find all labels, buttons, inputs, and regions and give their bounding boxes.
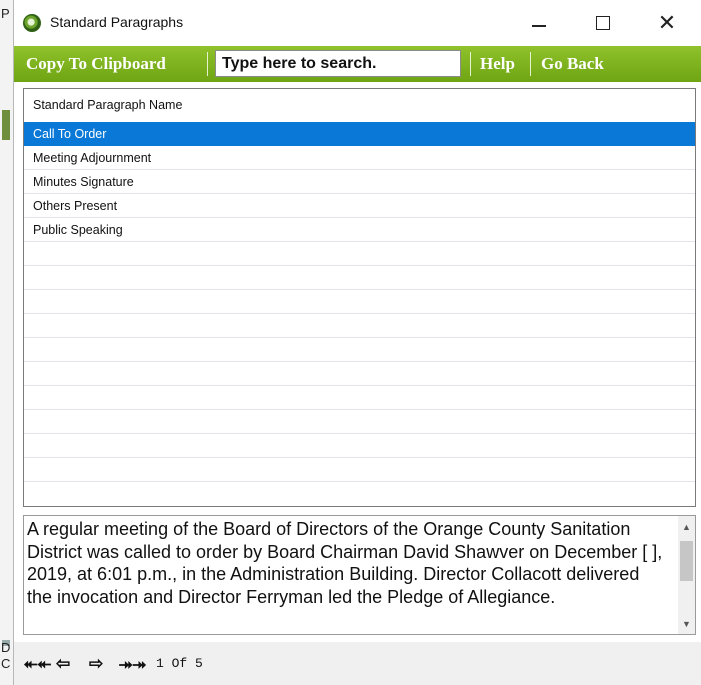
list-item[interactable]: Call To Order [24, 122, 695, 146]
window-title: Standard Paragraphs [50, 14, 184, 30]
copy-to-clipboard-button[interactable]: Copy To Clipboard [26, 46, 166, 82]
maximize-icon [596, 16, 610, 30]
empty-list-row [24, 410, 695, 434]
last-record-icon[interactable]: ⯮⯮ [119, 655, 146, 672]
go-back-button[interactable]: Go Back [541, 46, 604, 82]
close-button[interactable]: ✕ [647, 8, 687, 38]
toolbar: Copy To Clipboard Help Go Back [14, 46, 701, 82]
next-record-icon[interactable]: ⇨ [89, 655, 103, 672]
previous-record-icon[interactable]: ⇦ [56, 655, 70, 672]
empty-list-row [24, 242, 695, 266]
app-logo-icon [23, 14, 41, 32]
vertical-scrollbar[interactable]: ▲ ▼ [678, 516, 695, 634]
empty-list-row [24, 458, 695, 482]
background-text-fragment: P [1, 6, 10, 21]
search-input[interactable] [215, 50, 461, 77]
empty-list-row [24, 434, 695, 458]
minimize-icon [532, 25, 546, 27]
empty-list-row [24, 386, 695, 410]
toolbar-divider [470, 52, 471, 76]
list-item[interactable]: Public Speaking [24, 218, 695, 242]
maximize-button[interactable] [583, 8, 623, 38]
close-icon: ✕ [657, 10, 677, 35]
column-header[interactable]: Standard Paragraph Name [24, 89, 695, 121]
first-record-icon[interactable]: ⯬⯬ [24, 655, 51, 672]
scroll-up-icon[interactable]: ▲ [678, 518, 695, 535]
scrollbar-thumb[interactable] [680, 541, 693, 581]
list-item[interactable]: Others Present [24, 194, 695, 218]
page-indicator: 1 Of 5 [156, 656, 203, 671]
minimize-button[interactable] [519, 8, 559, 38]
background-app: P D C [0, 0, 13, 685]
empty-list-row [24, 338, 695, 362]
scroll-down-icon[interactable]: ▼ [678, 615, 695, 632]
paragraph-text[interactable]: A regular meeting of the Board of Direct… [27, 518, 667, 608]
background-text-fragment: D [1, 640, 11, 655]
standard-paragraph-list[interactable]: Standard Paragraph Name Call To Order Mee… [23, 88, 696, 507]
empty-list-row [24, 290, 695, 314]
background-green-block [2, 110, 10, 140]
record-navigator: ⯬⯬ ⇦ ⇨ ⯮⯮ 1 Of 5 [14, 642, 701, 685]
paragraph-preview[interactable]: A regular meeting of the Board of Direct… [23, 515, 696, 635]
empty-list-row [24, 314, 695, 338]
background-text-fragment: C [1, 656, 11, 671]
list-item[interactable]: Minutes Signature [24, 170, 695, 194]
toolbar-divider [530, 52, 531, 76]
toolbar-divider [207, 52, 208, 76]
standard-paragraphs-window: Standard Paragraphs ✕ Copy To Clipboard … [13, 0, 701, 685]
list-item[interactable]: Meeting Adjournment [24, 146, 695, 170]
list-rows: Call To Order Meeting Adjournment Minutes … [24, 122, 695, 482]
empty-list-row [24, 266, 695, 290]
help-button[interactable]: Help [480, 46, 515, 82]
empty-list-row [24, 362, 695, 386]
title-bar[interactable]: Standard Paragraphs ✕ [14, 0, 701, 44]
